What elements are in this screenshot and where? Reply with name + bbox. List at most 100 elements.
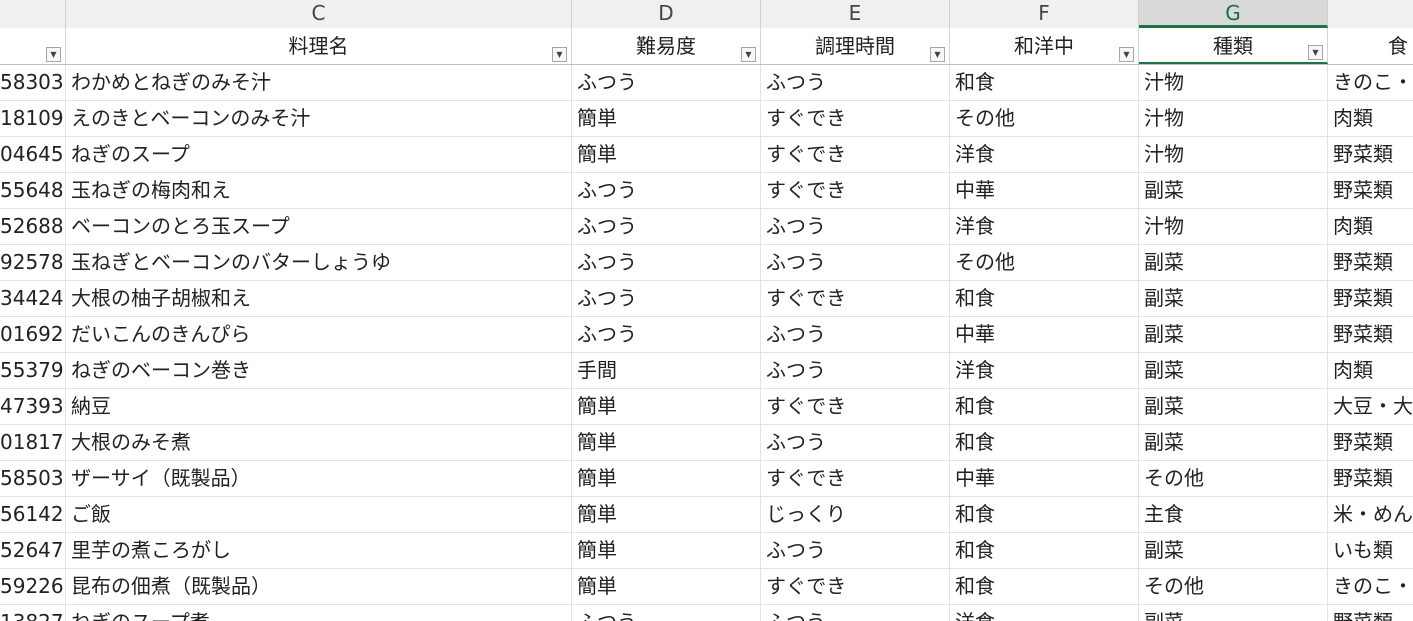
cell-time[interactable]: ふつう — [761, 317, 950, 352]
cell-food[interactable]: 野菜類 — [1328, 173, 1413, 208]
cell-difficulty[interactable]: ふつう — [572, 173, 761, 208]
column-letter-f[interactable]: F — [950, 0, 1139, 28]
cell-id[interactable]: 585035 — [0, 461, 66, 496]
cell-cuisine[interactable]: その他 — [950, 245, 1139, 280]
cell-id[interactable]: 13827 — [0, 605, 66, 621]
cell-kind[interactable]: 汁物 — [1139, 101, 1328, 136]
cell-difficulty[interactable]: 簡単 — [572, 497, 761, 532]
cell-food[interactable]: 野菜類 — [1328, 137, 1413, 172]
cell-kind[interactable]: その他 — [1139, 569, 1328, 604]
cell-id[interactable]: 473939 — [0, 389, 66, 424]
column-letter-g[interactable]: G — [1139, 0, 1328, 28]
cell-id[interactable]: 18109 — [0, 101, 66, 136]
column-letter-c[interactable]: C — [66, 0, 572, 28]
cell-id[interactable]: 553798 — [0, 353, 66, 388]
cell-name[interactable]: 大根のみそ煮 — [66, 425, 572, 460]
cell-time[interactable]: じっくり — [761, 497, 950, 532]
cell-difficulty[interactable]: 簡単 — [572, 425, 761, 460]
filter-dropdown-icon[interactable]: ▼ — [46, 47, 61, 62]
cell-time[interactable]: すぐでき — [761, 281, 950, 316]
cell-time[interactable]: すぐでき — [761, 173, 950, 208]
cell-name[interactable]: 昆布の佃煮（既製品） — [66, 569, 572, 604]
cell-cuisine[interactable]: 和食 — [950, 533, 1139, 568]
cell-cuisine[interactable]: 中華 — [950, 461, 1139, 496]
cell-id[interactable]: 592269 — [0, 569, 66, 604]
cell-cuisine[interactable]: 洋食 — [950, 137, 1139, 172]
cell-kind[interactable]: 汁物 — [1139, 137, 1328, 172]
cell-time[interactable]: ふつう — [761, 353, 950, 388]
cell-id[interactable]: 046453 — [0, 137, 66, 172]
cell-kind[interactable]: 副菜 — [1139, 245, 1328, 280]
cell-food[interactable]: 野菜類 — [1328, 281, 1413, 316]
cell-food[interactable]: 野菜類 — [1328, 461, 1413, 496]
cell-time[interactable]: すぐでき — [761, 389, 950, 424]
cell-name[interactable]: 納豆 — [66, 389, 572, 424]
cell-id[interactable]: 526883 — [0, 209, 66, 244]
cell-cuisine[interactable]: 洋食 — [950, 209, 1139, 244]
cell-time[interactable]: ふつう — [761, 605, 950, 621]
cell-difficulty[interactable]: 簡単 — [572, 569, 761, 604]
cell-cuisine[interactable]: 洋食 — [950, 353, 1139, 388]
filter-dropdown-icon[interactable]: ▼ — [741, 47, 756, 62]
cell-time[interactable]: ふつう — [761, 425, 950, 460]
cell-food[interactable]: きのこ・ — [1328, 65, 1413, 100]
cell-id[interactable]: 526479 — [0, 533, 66, 568]
cell-cuisine[interactable]: 中華 — [950, 173, 1139, 208]
cell-food[interactable]: 肉類 — [1328, 101, 1413, 136]
cell-cuisine[interactable]: 和食 — [950, 425, 1139, 460]
column-letter-e[interactable]: E — [761, 0, 950, 28]
cell-difficulty[interactable]: ふつう — [572, 317, 761, 352]
cell-food[interactable]: 野菜類 — [1328, 425, 1413, 460]
cell-cuisine[interactable]: その他 — [950, 101, 1139, 136]
cell-difficulty[interactable]: 簡単 — [572, 101, 761, 136]
cell-difficulty[interactable]: 簡単 — [572, 533, 761, 568]
cell-food[interactable]: 大豆・大 — [1328, 389, 1413, 424]
cell-name[interactable]: ご飯 — [66, 497, 572, 532]
cell-id[interactable]: 925788 — [0, 245, 66, 280]
column-letter-d[interactable]: D — [572, 0, 761, 28]
cell-id[interactable]: 018176 — [0, 425, 66, 460]
cell-kind[interactable]: 副菜 — [1139, 317, 1328, 352]
column-letter-b[interactable] — [0, 0, 66, 28]
cell-id[interactable]: 561426 — [0, 497, 66, 532]
cell-difficulty[interactable]: 簡単 — [572, 461, 761, 496]
cell-food[interactable]: 野菜類 — [1328, 605, 1413, 621]
cell-cuisine[interactable]: 和食 — [950, 569, 1139, 604]
filter-dropdown-icon[interactable]: ▼ — [930, 47, 945, 62]
cell-time[interactable]: すぐでき — [761, 461, 950, 496]
filter-dropdown-icon[interactable]: ▼ — [1119, 47, 1134, 62]
cell-name[interactable]: ねぎのベーコン巻き — [66, 353, 572, 388]
cell-name[interactable]: えのきとベーコンのみそ汁 — [66, 101, 572, 136]
cell-kind[interactable]: 副菜 — [1139, 281, 1328, 316]
cell-name[interactable]: わかめとねぎのみそ汁 — [66, 65, 572, 100]
cell-kind[interactable]: 副菜 — [1139, 173, 1328, 208]
cell-difficulty[interactable]: 簡単 — [572, 389, 761, 424]
cell-kind[interactable]: 副菜 — [1139, 605, 1328, 621]
cell-food[interactable]: いも類 — [1328, 533, 1413, 568]
cell-kind[interactable]: その他 — [1139, 461, 1328, 496]
cell-cuisine[interactable]: 洋食 — [950, 605, 1139, 621]
cell-name[interactable]: 玉ねぎの梅肉和え — [66, 173, 572, 208]
cell-name[interactable]: ねぎのスープ — [66, 137, 572, 172]
cell-kind[interactable]: 汁物 — [1139, 209, 1328, 244]
cell-id[interactable]: 556481 — [0, 173, 66, 208]
cell-kind[interactable]: 主食 — [1139, 497, 1328, 532]
cell-kind[interactable]: 副菜 — [1139, 533, 1328, 568]
cell-cuisine[interactable]: 和食 — [950, 389, 1139, 424]
cell-name[interactable]: 玉ねぎとベーコンのバターしょうゆ — [66, 245, 572, 280]
cell-food[interactable]: 野菜類 — [1328, 317, 1413, 352]
cell-cuisine[interactable]: 和食 — [950, 497, 1139, 532]
filter-dropdown-icon[interactable]: ▼ — [552, 47, 567, 62]
cell-id[interactable]: 34424 — [0, 281, 66, 316]
cell-difficulty[interactable]: ふつう — [572, 281, 761, 316]
cell-name[interactable]: 里芋の煮ころがし — [66, 533, 572, 568]
cell-difficulty[interactable]: 簡単 — [572, 137, 761, 172]
cell-name[interactable]: だいこんのきんぴら — [66, 317, 572, 352]
cell-id[interactable]: 583039 — [0, 65, 66, 100]
cell-time[interactable]: すぐでき — [761, 569, 950, 604]
cell-id[interactable]: 016927 — [0, 317, 66, 352]
cell-time[interactable]: ふつう — [761, 209, 950, 244]
cell-cuisine[interactable]: 中華 — [950, 317, 1139, 352]
cell-cuisine[interactable]: 和食 — [950, 281, 1139, 316]
cell-time[interactable]: すぐでき — [761, 137, 950, 172]
